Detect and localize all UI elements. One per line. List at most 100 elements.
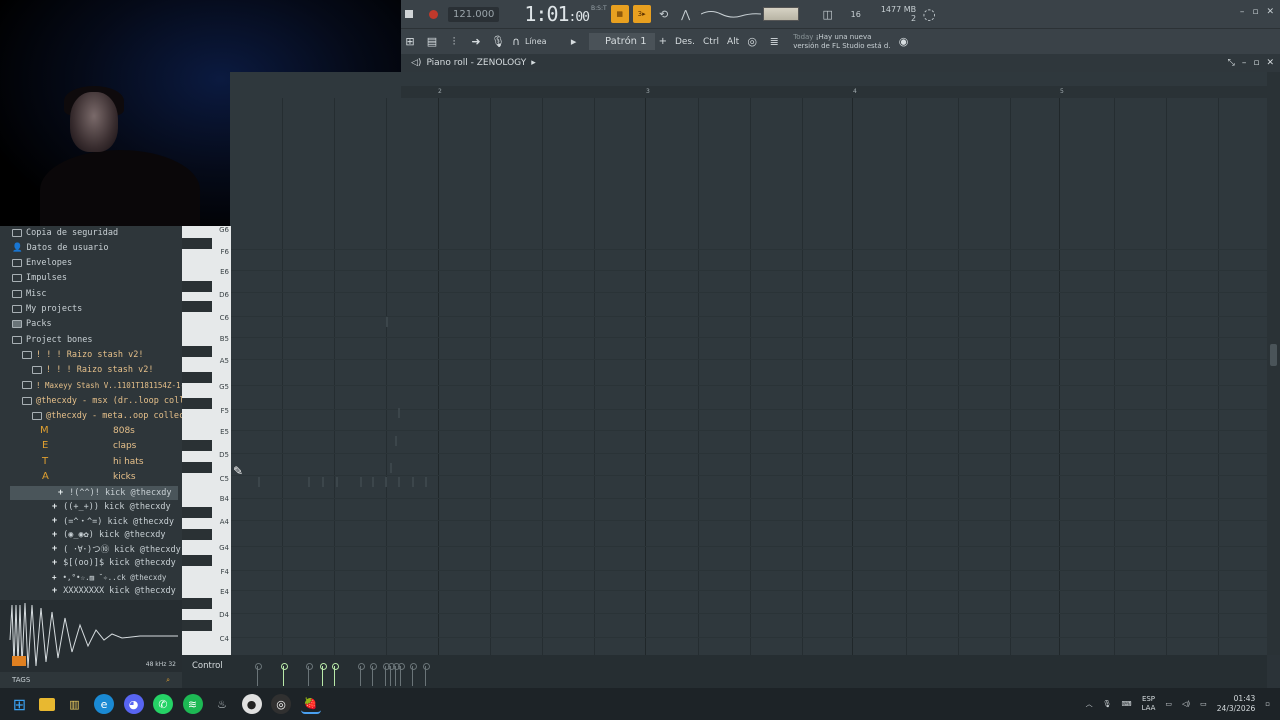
pattern-selector[interactable]: Patrón 1 bbox=[588, 33, 655, 50]
control-lane[interactable]: Control bbox=[182, 655, 1267, 688]
velocity-stem[interactable] bbox=[358, 663, 365, 686]
black-key[interactable] bbox=[182, 507, 212, 518]
notifications-icon[interactable]: ▫ bbox=[1265, 700, 1270, 708]
folder-backup[interactable]: Copia de seguridad bbox=[12, 226, 118, 240]
black-key[interactable] bbox=[182, 462, 212, 473]
folder-user-data[interactable]: 👤 Datos de usuario bbox=[12, 241, 108, 255]
close-icon[interactable]: ✕ bbox=[1266, 7, 1274, 17]
scroll-thumb[interactable] bbox=[1270, 344, 1277, 366]
black-key[interactable] bbox=[182, 440, 212, 451]
alt-button[interactable]: Alt bbox=[727, 37, 739, 47]
velocity-stem[interactable] bbox=[370, 663, 377, 686]
volume-icon[interactable]: ◁) bbox=[1182, 700, 1190, 708]
file-kick-6[interactable]: + $[(oo)]$ kick @thecxdy bbox=[52, 556, 176, 570]
news-icon[interactable]: ≣ bbox=[765, 33, 783, 51]
black-key[interactable] bbox=[182, 529, 212, 540]
minimize-icon[interactable]: – bbox=[1240, 7, 1245, 17]
edge-icon[interactable]: e bbox=[94, 694, 114, 714]
pr-maximize-icon[interactable]: ▫ bbox=[1253, 58, 1259, 68]
news-panel[interactable]: Today ¡Hay una nueva versión de FL Studi… bbox=[793, 33, 890, 51]
wait-input-button[interactable]: 3▸ bbox=[632, 5, 651, 23]
play-pattern-icon[interactable]: ▸ bbox=[569, 33, 579, 51]
discord-icon[interactable]: ◕ bbox=[123, 694, 144, 714]
file-explorer-icon[interactable] bbox=[39, 697, 55, 711]
velocity-stem[interactable] bbox=[306, 663, 313, 686]
black-key[interactable] bbox=[182, 281, 212, 292]
file-kick-2[interactable]: + ((+_+)) kick @thecxdy bbox=[52, 500, 171, 514]
folder-impulses[interactable]: Impulses bbox=[12, 271, 67, 285]
velocity-stem[interactable] bbox=[423, 663, 430, 686]
snap-selector[interactable]: Línea bbox=[525, 37, 547, 46]
velocity-stem[interactable] bbox=[398, 663, 405, 686]
black-key[interactable] bbox=[182, 346, 212, 357]
metronome-button[interactable]: ▦ bbox=[610, 5, 629, 23]
online-icon[interactable]: ◎ bbox=[743, 33, 761, 51]
black-key[interactable] bbox=[182, 372, 212, 383]
file-kick-4[interactable]: + (◉_◉✿) kick @thecxdy bbox=[52, 528, 165, 542]
title-arrow-icon[interactable]: ▸ bbox=[531, 58, 536, 68]
loop-record-icon[interactable]: ⟲ bbox=[655, 5, 673, 23]
pr-minimize-icon[interactable]: – bbox=[1242, 58, 1247, 68]
black-key[interactable] bbox=[182, 620, 212, 631]
folder-my-projects[interactable]: My projects bbox=[12, 302, 82, 316]
tray-mic-icon[interactable]: 🎙 bbox=[1103, 700, 1112, 708]
black-key[interactable] bbox=[182, 598, 212, 609]
magnet-icon[interactable]: ∩ bbox=[511, 33, 521, 51]
file-kick-7[interactable]: + •,°•☆.▨ ˘✧..ck @thecxdy bbox=[52, 570, 166, 584]
vertical-scrollbar[interactable] bbox=[1267, 72, 1280, 655]
tempo-display[interactable]: 121.000 bbox=[448, 6, 500, 22]
record-button[interactable] bbox=[429, 9, 438, 19]
file-kick-8[interactable]: +XXXXXXXX kick @thecxdy★ bbox=[52, 584, 195, 598]
folder-maxeyy[interactable]: ! Maxeyy Stash V..1101T181154Z-1-001 bbox=[22, 378, 199, 392]
tags-bar[interactable]: TAGS ⌕ bbox=[0, 672, 182, 688]
windows-start-icon[interactable]: ⊞ bbox=[10, 694, 30, 714]
file-kick-1[interactable]: + !(^^)! kick @thecxdy bbox=[58, 486, 171, 500]
black-key[interactable] bbox=[182, 398, 212, 409]
steam-icon[interactable]: ♨ bbox=[212, 694, 232, 714]
pr-close-icon[interactable]: ✕ bbox=[1266, 58, 1274, 68]
des-button[interactable]: Des. bbox=[675, 37, 695, 47]
velocity-stem[interactable] bbox=[332, 663, 339, 686]
obs-icon[interactable]: ◎ bbox=[271, 694, 291, 714]
folder-hihats[interactable]: hi hats bbox=[113, 457, 144, 467]
notepad-icon[interactable]: ▥ bbox=[65, 694, 85, 714]
folder-envelopes[interactable]: Envelopes bbox=[12, 256, 72, 270]
velocity-stem[interactable] bbox=[393, 663, 400, 686]
tray-chevron-icon[interactable]: ︿ bbox=[1086, 699, 1093, 709]
maximize-icon[interactable]: ▫ bbox=[1252, 7, 1258, 17]
piano-roll-icon[interactable]: ▤ bbox=[423, 33, 441, 51]
velocity-stem[interactable] bbox=[383, 663, 390, 686]
velocity-stem[interactable] bbox=[281, 663, 288, 686]
app-circle-icon[interactable]: ● bbox=[241, 694, 262, 714]
add-pattern-button[interactable]: + bbox=[659, 36, 667, 47]
time-ruler[interactable]: 2 3 4 5 bbox=[401, 86, 1267, 98]
folder-raizo-2[interactable]: ! ! ! Raizo stash v2! bbox=[32, 363, 153, 377]
velocity-stem[interactable] bbox=[410, 663, 417, 686]
master-volume-icon[interactable]: ◫ bbox=[819, 5, 837, 23]
velocity-stem[interactable] bbox=[388, 663, 395, 686]
ctrl-button[interactable]: Ctrl bbox=[703, 37, 719, 47]
language-indicator[interactable]: ESP LAA bbox=[1142, 695, 1156, 713]
mixer-icon[interactable]: ⫶ bbox=[445, 33, 463, 51]
resize-icon[interactable]: ⤡ bbox=[1228, 58, 1235, 68]
folder-packs[interactable]: Packs bbox=[12, 317, 52, 331]
black-key[interactable] bbox=[182, 301, 212, 312]
folder-misc[interactable]: Misc bbox=[12, 287, 46, 301]
speaker-icon[interactable]: ◁) bbox=[411, 58, 421, 68]
sample-preview[interactable]: 48 kHz 32 bbox=[0, 600, 182, 672]
folder-raizo-1[interactable]: ! ! ! Raizo stash v2! bbox=[22, 348, 143, 362]
velocity-stem[interactable] bbox=[255, 663, 262, 686]
clock[interactable]: 01:43 24/3/2026 bbox=[1217, 694, 1255, 714]
tray-keyboard-icon[interactable]: ⌨ bbox=[1121, 700, 1131, 708]
network-icon[interactable]: ▭ bbox=[1165, 700, 1172, 708]
black-key[interactable] bbox=[182, 555, 212, 566]
fl-studio-icon[interactable]: 🍓 bbox=[300, 694, 321, 714]
folder-kicks[interactable]: kicks bbox=[113, 472, 136, 482]
stop-button[interactable] bbox=[405, 10, 413, 18]
whatsapp-icon[interactable]: ✆ bbox=[153, 694, 173, 714]
search-icon[interactable]: ⌕ bbox=[166, 676, 170, 685]
mic-icon[interactable]: 🎙 bbox=[489, 33, 507, 51]
folder-project-bones[interactable]: Project bones bbox=[12, 333, 93, 347]
piano-keyboard[interactable]: G6 F6 E6 D6 C6 B5 A5 G5 F5 E5 D5 C5 B4 A4 G4 F4 E4 D4 C4 bbox=[182, 226, 231, 655]
spotify-icon[interactable]: ≋ bbox=[182, 694, 203, 714]
